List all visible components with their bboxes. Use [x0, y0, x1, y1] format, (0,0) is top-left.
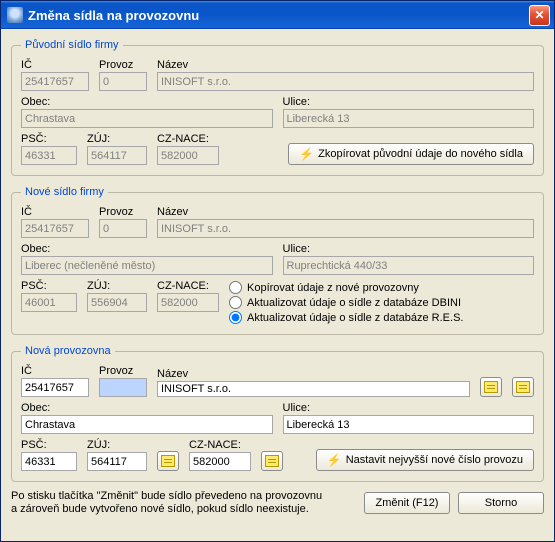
label-zuj: ZÚJ: — [87, 133, 147, 145]
label-nazev: Název — [157, 59, 534, 71]
group-puvodni-sidlo: Původní sídlo firmy IČ Provoz Název Obec… — [11, 39, 544, 176]
psc-field[interactable] — [21, 293, 77, 312]
ic-field[interactable] — [21, 378, 89, 397]
label-obec: Obec: — [21, 96, 273, 108]
titlebar: Změna sídla na provozovnu ✕ — [1, 1, 554, 29]
label-obec: Obec: — [21, 243, 273, 255]
note-button-nazev[interactable] — [480, 377, 502, 397]
label-cznace: CZ-NACE: — [157, 280, 219, 292]
label-ic: IČ — [21, 59, 89, 71]
ulice-field[interactable] — [283, 109, 535, 128]
label-ic: IČ — [21, 206, 89, 218]
label-nazev: Název — [157, 368, 470, 380]
note-button-cznace[interactable] — [261, 451, 283, 471]
close-button[interactable]: ✕ — [529, 5, 550, 26]
radio-label: Aktualizovat údaje o sídle z databáze R.… — [247, 312, 463, 324]
label-psc: PSČ: — [21, 133, 77, 145]
radio-aktualizovat-res[interactable]: Aktualizovat údaje o sídle z databáze R.… — [229, 311, 534, 324]
cznace-field[interactable] — [189, 452, 251, 471]
label-ulice: Ulice: — [283, 402, 535, 414]
radio-label: Aktualizovat údaje o sídle z databáze DB… — [247, 297, 461, 309]
label-psc: PSČ: — [21, 280, 77, 292]
note-button-nazev-2[interactable] — [512, 377, 534, 397]
label-ic: IČ — [21, 365, 89, 377]
radio-aktualizovat-dbini[interactable]: Aktualizovat údaje o sídle z databáze DB… — [229, 296, 534, 309]
button-label: Nastavit nejvyšší nové číslo provozu — [346, 454, 523, 466]
note-icon — [161, 455, 175, 467]
cancel-button[interactable]: Storno — [458, 492, 544, 514]
zuj-field[interactable] — [87, 293, 147, 312]
label-cznace: CZ-NACE: — [189, 439, 251, 451]
label-zuj: ZÚJ: — [87, 439, 147, 451]
zuj-field[interactable] — [87, 146, 147, 165]
note-icon — [484, 381, 498, 393]
cznace-field[interactable] — [157, 146, 219, 165]
group-nove-sidlo: Nové sídlo firmy IČ Provoz Název Obec: U… — [11, 186, 544, 335]
label-provoz: Provoz — [99, 206, 147, 218]
label-ulice: Ulice: — [283, 96, 535, 108]
label-provoz: Provoz — [99, 59, 147, 71]
radio-input[interactable] — [229, 281, 242, 294]
note-icon — [265, 455, 279, 467]
provoz-field[interactable] — [99, 378, 147, 397]
provoz-field[interactable] — [99, 72, 147, 91]
radio-copy-provozovna[interactable]: Kopírovat údaje z nové provozovny — [229, 281, 534, 294]
button-label: Zkopírovat původní údaje do nového sídla — [318, 148, 523, 160]
label-provoz: Provoz — [99, 365, 147, 377]
ulice-field[interactable] — [283, 256, 535, 275]
ulice-field[interactable] — [283, 415, 535, 434]
button-label: Změnit (F12) — [376, 497, 439, 509]
obec-field[interactable] — [21, 415, 273, 434]
copy-original-button[interactable]: ⚡ Zkopírovat původní údaje do nového síd… — [288, 143, 534, 165]
note-icon — [516, 381, 530, 393]
note-button-zuj[interactable] — [157, 451, 179, 471]
nazev-field[interactable] — [157, 72, 534, 91]
ic-field[interactable] — [21, 72, 89, 91]
obec-field[interactable] — [21, 256, 273, 275]
group-legend: Nová provozovna — [21, 345, 115, 357]
group-legend: Původní sídlo firmy — [21, 39, 123, 51]
radio-input[interactable] — [229, 311, 242, 324]
footer: Po stisku tlačítka "Změnit" bude sídlo p… — [11, 490, 544, 516]
psc-field[interactable] — [21, 146, 77, 165]
label-cznace: CZ-NACE: — [157, 133, 219, 145]
window: Změna sídla na provozovnu ✕ Původní sídl… — [0, 0, 555, 542]
label-zuj: ZÚJ: — [87, 280, 147, 292]
group-legend: Nové sídlo firmy — [21, 186, 108, 198]
nazev-field[interactable] — [157, 219, 534, 238]
bolt-icon: ⚡ — [299, 147, 314, 161]
radio-input[interactable] — [229, 296, 242, 309]
footer-note: Po stisku tlačítka "Změnit" bude sídlo p… — [11, 490, 356, 516]
label-obec: Obec: — [21, 402, 273, 414]
ic-field[interactable] — [21, 219, 89, 238]
radio-label: Kopírovat údaje z nové provozovny — [247, 282, 419, 294]
label-nazev: Název — [157, 206, 534, 218]
label-ulice: Ulice: — [283, 243, 535, 255]
client-area: Původní sídlo firmy IČ Provoz Název Obec… — [1, 29, 554, 541]
zuj-field[interactable] — [87, 452, 147, 471]
set-highest-provoz-button[interactable]: ⚡ Nastavit nejvyšší nové číslo provozu — [316, 449, 534, 471]
psc-field[interactable] — [21, 452, 77, 471]
window-title: Změna sídla na provozovnu — [28, 8, 529, 23]
button-label: Storno — [485, 497, 517, 509]
cznace-field[interactable] — [157, 293, 219, 312]
bolt-icon: ⚡ — [327, 453, 342, 467]
group-nova-provozovna: Nová provozovna IČ Provoz Název Obec: Ul… — [11, 345, 544, 482]
label-psc: PSČ: — [21, 439, 77, 451]
app-icon — [7, 7, 23, 23]
provoz-field[interactable] — [99, 219, 147, 238]
ok-button[interactable]: Změnit (F12) — [364, 492, 450, 514]
nazev-field[interactable] — [157, 381, 470, 397]
obec-field[interactable] — [21, 109, 273, 128]
